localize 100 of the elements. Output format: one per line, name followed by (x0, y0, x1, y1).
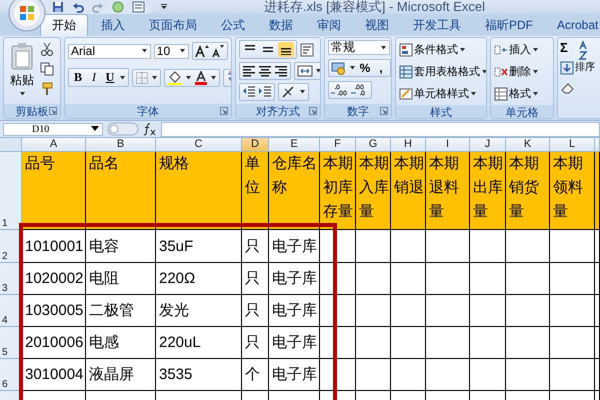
ribbon-tab[interactable]: 开始 (40, 14, 88, 36)
cells-menu-button[interactable]: 格式 (494, 84, 550, 103)
cut-icon[interactable] (40, 42, 54, 56)
ribbon-tab[interactable]: 页面布局 (138, 15, 208, 36)
column-header[interactable]: A (22, 138, 86, 152)
clipboard-icon (10, 42, 34, 70)
align-center-icon[interactable] (258, 64, 272, 78)
window-title: 进耗存.xls [兼容模式] - Microsoft Excel (264, 0, 486, 14)
cells-menu-button[interactable]: 插入 (494, 40, 550, 59)
ribbon-tab[interactable]: Acrobat (546, 15, 600, 36)
ribbon-tab[interactable]: 开发工具 (402, 15, 472, 36)
sort-filter-button[interactable]: 排序 (575, 40, 595, 118)
dialog-launcher-icon[interactable] (309, 107, 317, 115)
style-menu-button[interactable]: 单元格样式 (399, 84, 483, 103)
dropdown-caret-icon (481, 68, 486, 74)
dropdown-caret-icon[interactable] (299, 89, 306, 95)
table-cell (550, 327, 595, 359)
save-icon[interactable] (52, 1, 64, 13)
table-cell: 个 (242, 359, 269, 391)
form-icon[interactable] (132, 1, 146, 13)
style-menu-button[interactable]: 套用表格格式 (399, 62, 483, 81)
table-cell (470, 295, 506, 327)
autosum-button[interactable]: Σ (560, 40, 574, 55)
table-cell: 电子库 (269, 230, 320, 263)
table-cell (391, 359, 426, 391)
column-header[interactable]: F (320, 138, 356, 152)
column-header[interactable]: H (391, 138, 426, 152)
table-cell: 电感 (86, 327, 156, 359)
table-cell: 220Ω (156, 263, 242, 295)
table-cell: 规格 (156, 152, 242, 230)
table-format-icon (399, 64, 413, 78)
dropdown-caret-icon[interactable] (151, 74, 158, 80)
dropdown-caret-icon[interactable] (119, 74, 126, 80)
number-format-field[interactable]: 常规 (328, 40, 390, 55)
dropdown-caret-icon[interactable] (185, 74, 192, 80)
column-header[interactable]: B (86, 138, 156, 152)
customize-caret-icon[interactable] (160, 3, 168, 11)
eraser-icon[interactable] (560, 81, 574, 95)
align-left-icon[interactable] (242, 64, 256, 78)
column-header[interactable]: I (426, 138, 470, 152)
decrease-indent-icon[interactable] (242, 85, 256, 99)
font-size-field[interactable]: 10 (154, 44, 189, 58)
wrap-text-icon[interactable] (300, 42, 316, 56)
number-style-button[interactable]: % (358, 61, 372, 75)
row-header[interactable]: 1 (0, 152, 22, 230)
align-right-icon[interactable] (274, 64, 288, 78)
dialog-launcher-icon[interactable] (49, 107, 57, 115)
ribbon-tab[interactable]: 插入 (90, 15, 136, 36)
column-header[interactable]: D (242, 138, 269, 152)
dropdown-caret-icon[interactable] (315, 68, 320, 74)
text-style-button[interactable]: B (71, 70, 85, 85)
column-header[interactable]: C (156, 138, 242, 152)
dialog-launcher-icon[interactable] (380, 107, 388, 115)
dialog-launcher-icon[interactable] (220, 107, 228, 115)
formula-input-field[interactable] (161, 122, 600, 136)
column-header[interactable]: E (269, 138, 320, 152)
currency-icon[interactable] (331, 61, 347, 75)
ribbon-tab[interactable]: 数据 (258, 15, 304, 36)
name-box[interactable]: D10 (3, 122, 103, 136)
grow-font-icon[interactable] (195, 44, 209, 58)
merge-cells-icon[interactable] (297, 64, 313, 78)
copy-icon[interactable] (40, 62, 54, 76)
ribbon-tab[interactable]: 福昕PDF (474, 15, 544, 36)
dropdown-caret-icon (459, 46, 466, 52)
vertical-align-button[interactable] (278, 42, 294, 57)
ribbon-tab[interactable]: 公式 (210, 15, 256, 36)
function-icon[interactable] (143, 122, 157, 136)
group-label: 单元格 (506, 106, 538, 118)
formula-handle-icon[interactable] (107, 122, 139, 136)
group-label: 样式 (430, 106, 452, 118)
paintbrush-icon[interactable] (40, 82, 54, 96)
column-header[interactable]: K (506, 138, 550, 152)
table-cell: 电容 (86, 230, 156, 263)
table-cell: 220uL (156, 327, 242, 359)
table-cell: 仓库名称 (269, 152, 320, 230)
fill-down-icon[interactable] (560, 61, 574, 75)
ribbon-tab[interactable]: 审阅 (306, 15, 352, 36)
increase-indent-icon[interactable] (258, 85, 272, 99)
dropdown-caret-icon (532, 46, 539, 52)
table-cell (426, 327, 470, 359)
group-label: 剪贴板 (16, 104, 48, 118)
text-style-button[interactable]: I (87, 70, 101, 85)
number-style-button[interactable]: , (374, 61, 388, 75)
column-header[interactable]: J (470, 138, 506, 152)
style-menu-button[interactable]: 条件格式 (399, 40, 483, 59)
font-color-icon[interactable] (194, 70, 208, 84)
dropdown-caret-icon[interactable] (210, 74, 217, 80)
dropdown-caret-icon[interactable] (349, 65, 356, 71)
increase-decimal-icon[interactable] (331, 83, 349, 97)
paste-button[interactable]: 粘贴 (7, 40, 37, 102)
text-style-button[interactable]: U (103, 70, 117, 85)
undo-icon[interactable] (72, 1, 84, 13)
fill-bucket-icon[interactable] (167, 70, 183, 84)
cells-menu-button[interactable]: 删除 (494, 62, 550, 81)
circle-icon[interactable] (112, 1, 124, 13)
font-name-field[interactable]: Arial (68, 44, 151, 58)
column-header[interactable]: G (356, 138, 391, 152)
column-header[interactable]: L (550, 138, 595, 152)
ribbon-tab[interactable]: 视图 (354, 15, 400, 36)
shrink-font-icon[interactable] (211, 44, 225, 58)
